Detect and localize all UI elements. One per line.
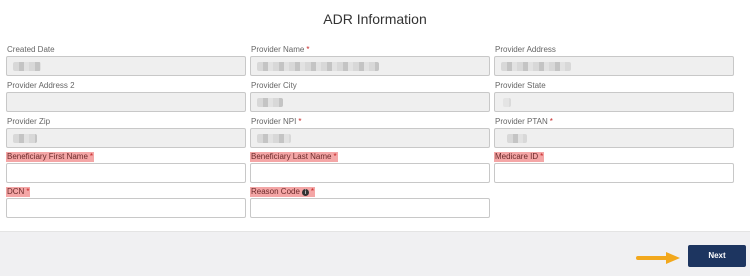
- provider-npi-input[interactable]: [250, 128, 490, 148]
- redacted-value: [507, 134, 527, 143]
- redacted-value: [257, 62, 379, 71]
- required-marker: *: [298, 117, 302, 126]
- provider-zip-label: Provider Zip: [7, 117, 51, 126]
- next-button[interactable]: Next: [688, 245, 746, 267]
- provider-city-input[interactable]: [250, 92, 490, 112]
- beneficiary-first-name-label: Beneficiary First Name *: [6, 152, 95, 162]
- arrow-right-icon: [636, 252, 680, 264]
- dcn-input[interactable]: [6, 198, 246, 218]
- beneficiary-first-name-input[interactable]: [6, 163, 246, 183]
- required-marker: *: [310, 187, 315, 196]
- dcn-label: DCN *: [6, 187, 31, 197]
- provider-npi-label: Provider NPI *: [251, 117, 302, 126]
- provider-address-input[interactable]: [494, 56, 734, 76]
- redacted-value: [13, 134, 37, 143]
- provider-zip-input[interactable]: [6, 128, 246, 148]
- beneficiary-last-name-input[interactable]: [250, 163, 490, 183]
- provider-state-input[interactable]: [494, 92, 734, 112]
- info-icon[interactable]: i: [301, 189, 309, 196]
- provider-address-2-input[interactable]: [6, 92, 246, 112]
- provider-name-label: Provider Name *: [251, 45, 310, 54]
- reason-code-label: Reason Code i *: [250, 187, 316, 197]
- medicare-id-input[interactable]: [494, 163, 734, 183]
- required-marker: *: [333, 152, 337, 161]
- medicare-id-label: Medicare ID *: [494, 152, 545, 162]
- provider-address-label: Provider Address: [495, 45, 556, 54]
- created-date-input[interactable]: [6, 56, 246, 76]
- provider-address-2-label: Provider Address 2: [7, 81, 75, 90]
- provider-ptan-input[interactable]: [494, 128, 734, 148]
- required-marker: *: [26, 187, 30, 196]
- required-marker: *: [549, 117, 553, 126]
- reason-code-input[interactable]: [250, 198, 490, 218]
- redacted-value: [257, 134, 291, 143]
- redacted-value: [501, 62, 571, 71]
- redacted-value: [257, 98, 283, 107]
- provider-ptan-label: Provider PTAN *: [495, 117, 553, 126]
- page-title: ADR Information: [323, 11, 427, 27]
- required-marker: *: [306, 45, 310, 54]
- provider-name-input[interactable]: [250, 56, 490, 76]
- beneficiary-last-name-label: Beneficiary Last Name *: [250, 152, 338, 162]
- required-marker: *: [540, 152, 544, 161]
- redacted-value: [503, 98, 511, 107]
- provider-state-label: Provider State: [495, 81, 546, 90]
- adr-form-card: ADR Information Created Date Provider Na…: [0, 0, 750, 231]
- required-marker: *: [89, 152, 94, 161]
- created-date-label: Created Date: [7, 45, 55, 54]
- redacted-value: [13, 62, 41, 71]
- provider-city-label: Provider City: [251, 81, 297, 90]
